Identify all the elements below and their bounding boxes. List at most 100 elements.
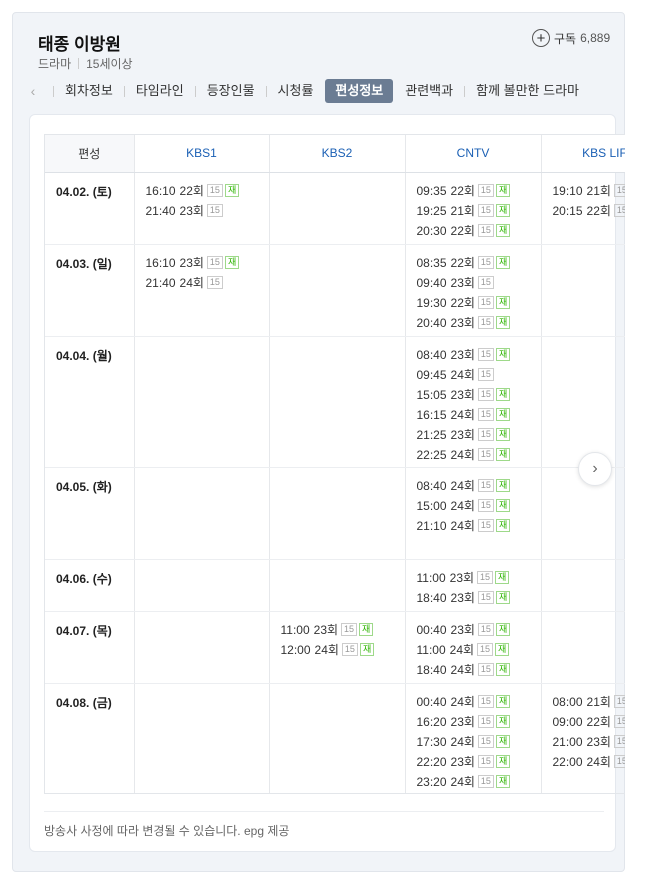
age-rating-badge: 15	[477, 276, 494, 289]
airtime: 08:35	[416, 255, 447, 270]
tab-cast[interactable]: 등장인물	[207, 79, 255, 103]
chevron-right-icon[interactable]: ›	[578, 452, 612, 486]
broadcast-entry: 20:30 22회 15 재	[417, 221, 541, 241]
tab-episode-info[interactable]: 회차정보	[65, 79, 113, 103]
broadcast-entry: 17:30 24회 15 재	[417, 732, 541, 752]
airtime: 08:00	[552, 694, 583, 709]
schedule-cell	[541, 611, 625, 684]
episode-number: 24회	[314, 643, 339, 657]
subscribe-button[interactable]: + 구독 6,889	[532, 29, 610, 47]
broadcast-entry: 11:00 23회 15 재	[417, 568, 541, 588]
age-rating-badge: 15	[477, 316, 494, 329]
rerun-badge: 재	[495, 695, 511, 708]
tab-divider	[194, 85, 196, 97]
chevron-left-icon[interactable]: ‹	[24, 83, 42, 99]
tab-encyclopedia[interactable]: 관련백과	[405, 79, 453, 103]
tab-ratings[interactable]: 시청률	[278, 79, 314, 103]
schedule-cell	[269, 172, 406, 245]
airtime: 18:40	[416, 662, 447, 677]
schedule-notice: 방송사 사정에 따라 변경될 수 있습니다. epg 제공	[44, 811, 604, 839]
rerun-badge: 재	[495, 408, 511, 421]
airtime: 21:00	[552, 734, 583, 749]
episode-number: 23회	[450, 755, 475, 769]
airtime: 17:30	[416, 734, 447, 749]
airtime: 19:10	[552, 183, 583, 198]
broadcast-entry: 21:40 24회 15	[146, 273, 269, 293]
broadcast-entry: 18:40 23회 15 재	[417, 588, 541, 608]
schedule-cell	[541, 336, 625, 468]
episode-number: 22회	[586, 715, 611, 729]
airtime: 11:00	[416, 642, 446, 657]
age-rating-badge: 15	[477, 368, 494, 381]
rating-label: 15세이상	[86, 57, 133, 71]
airtime: 21:10	[416, 518, 447, 533]
episode-number: 24회	[450, 663, 475, 677]
episode-number: 23회	[449, 571, 475, 585]
genre-label: 드라마	[38, 57, 72, 71]
broadcast-entry: 21:25 23회 15 재	[417, 425, 541, 445]
broadcast-entry: 15:00 24회 15 재	[417, 496, 541, 516]
age-rating-badge: 15	[477, 499, 494, 512]
schedule-cell	[269, 467, 406, 560]
tab-timeline[interactable]: 타임라인	[136, 79, 184, 103]
episode-number: 23회	[450, 715, 475, 729]
episode-number: 23회	[179, 204, 204, 218]
broadcast-entry: 21:10 24회 15 재	[417, 516, 541, 536]
schedule-cell	[269, 683, 406, 793]
broadcast-entry: 09:35 22회 15 재	[417, 181, 541, 201]
rerun-badge: 재	[495, 715, 511, 728]
rerun-badge: 재	[495, 479, 511, 492]
airtime: 22:25	[416, 447, 447, 462]
age-rating-badge: 15	[477, 448, 494, 461]
schedule-cell	[269, 559, 406, 612]
row-date: 04.03. (일)	[45, 244, 135, 337]
subscribe-label: 구독	[554, 31, 577, 46]
airtime: 08:40	[416, 347, 447, 362]
plus-circle-icon: +	[532, 29, 550, 47]
airtime: 21:40	[145, 275, 176, 290]
episode-number: 23회	[586, 735, 611, 749]
airtime: 20:30	[416, 223, 447, 238]
episode-number: 23회	[450, 623, 475, 637]
broadcast-entry: 00:40 23회 15 재	[417, 620, 541, 640]
table-row: 04.05. (화) 08:40 24회 15 재 15:00 24회 15 재 21:10 24회…	[45, 467, 625, 560]
schedule-cell: 08:35 22회 15 재 09:40 23회 15 19:30 22회 15 재 20:40 23회…	[405, 244, 542, 337]
episode-number: 23회	[450, 348, 475, 362]
broadcast-entry: 09:45 24회 15	[417, 365, 541, 385]
age-rating-badge: 15	[477, 695, 494, 708]
rerun-badge: 재	[224, 184, 240, 197]
broadcast-entry: 08:40 24회 15 재	[417, 476, 541, 496]
tab-schedule[interactable]: 편성정보	[325, 79, 394, 103]
age-rating-badge: 15	[477, 591, 494, 604]
schedule-cell: 08:40 24회 15 재 15:00 24회 15 재 21:10 24회 15 재	[405, 467, 542, 560]
age-rating-badge: 15	[206, 256, 223, 269]
age-rating-badge: 15	[477, 775, 494, 788]
airtime: 12:00	[280, 642, 311, 657]
schedule-cell	[269, 244, 406, 337]
table-row: 04.04. (월) 08:40 23회 15 재 09:45 24회 15 15:05 23회 1…	[45, 336, 625, 468]
column-header-date: 편성	[45, 135, 135, 173]
airtime: 15:00	[416, 498, 447, 513]
rerun-badge: 재	[359, 643, 375, 656]
broadcast-entry: 16:10 23회 15 재	[146, 253, 269, 273]
tab-bar: ‹ 회차정보 타임라인 등장인물 시청률 편성정보 관련백과 함께 볼만한 드라…	[24, 79, 579, 103]
episode-number: 23회	[450, 388, 475, 402]
age-rating-badge: 15	[477, 663, 494, 676]
broadcast-entry: 22:0024회15	[553, 752, 625, 772]
airtime: 11:00	[416, 570, 446, 585]
airtime: 08:40	[416, 478, 447, 493]
age-rating-badge: 15	[477, 388, 494, 401]
age-rating-badge: 15	[477, 519, 494, 532]
episode-number: 24회	[450, 519, 475, 533]
rerun-badge: 재	[495, 499, 511, 512]
broadcast-entry: 19:1021회15	[552, 181, 625, 201]
broadcast-entry: 15:05 23회 15 재	[417, 385, 541, 405]
tab-related-dramas[interactable]: 함께 볼만한 드라마	[476, 79, 579, 103]
airtime: 09:00	[552, 714, 583, 729]
episode-number: 22회	[586, 204, 611, 218]
age-rating-badge: 15	[206, 276, 223, 289]
broadcast-entry: 21:0023회15	[552, 732, 625, 752]
rerun-badge: 재	[495, 663, 511, 676]
rerun-badge: 재	[495, 755, 511, 768]
schedule-body: 04.02. (토) 16:10 22회 15 재 21:40 23회 15 09:35 22회 1…	[45, 172, 625, 793]
